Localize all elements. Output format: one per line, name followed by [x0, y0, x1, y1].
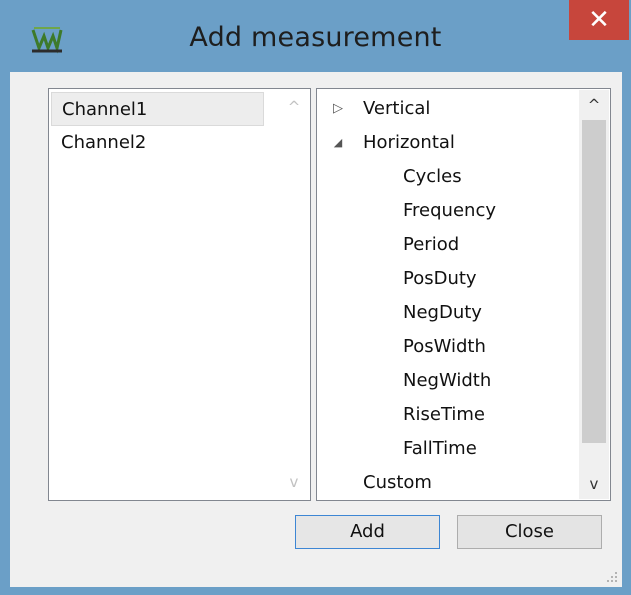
scroll-up-arrow-icon[interactable]: ^	[579, 90, 609, 120]
measurement-tree[interactable]: ▷ Vertical ◢ Horizontal Cycles Frequency…	[316, 88, 611, 501]
tree-node-label: Vertical	[363, 98, 431, 119]
resize-grip-icon[interactable]	[606, 571, 618, 583]
tree-node-falltime[interactable]: FallTime	[403, 432, 477, 466]
tree-scrollbar[interactable]: ^ v	[579, 90, 609, 499]
scroll-down-arrow-icon[interactable]: v	[279, 467, 309, 497]
add-button[interactable]: Add	[295, 515, 440, 549]
title-bar[interactable]: Add measurement ✕	[0, 0, 631, 72]
tree-node-negduty[interactable]: NegDuty	[403, 296, 482, 330]
scroll-down-arrow-icon[interactable]: v	[579, 469, 609, 499]
channel-item-1[interactable]: Channel1	[51, 92, 264, 126]
close-window-button[interactable]: ✕	[569, 0, 629, 40]
tree-node-horizontal[interactable]: ◢ Horizontal	[331, 126, 455, 160]
channel-item-label: Channel2	[61, 132, 147, 153]
channel-item-2[interactable]: Channel2	[51, 126, 264, 160]
scroll-thumb[interactable]	[582, 120, 606, 443]
channel-list[interactable]: Channel1 Channel2 ^ v	[48, 88, 311, 501]
tree-node-label: Horizontal	[363, 132, 455, 153]
scroll-up-arrow-icon[interactable]: ^	[279, 92, 309, 122]
tree-node-risetime[interactable]: RiseTime	[403, 398, 485, 432]
dialog-body: Channel1 Channel2 ^ v ▷ Vertical ◢ Horiz…	[10, 72, 622, 587]
close-button[interactable]: Close	[457, 515, 602, 549]
channel-list-scrollbar[interactable]: ^ v	[279, 90, 309, 499]
tree-node-custom[interactable]: Custom	[363, 466, 432, 500]
expand-arrow-icon[interactable]: ▷	[331, 92, 345, 126]
tree-node-negwidth[interactable]: NegWidth	[403, 364, 491, 398]
window-title: Add measurement	[189, 22, 442, 53]
close-icon: ✕	[588, 5, 610, 35]
tree-node-posduty[interactable]: PosDuty	[403, 262, 477, 296]
tree-node-vertical[interactable]: ▷ Vertical	[331, 92, 430, 126]
channel-item-label: Channel1	[62, 99, 148, 120]
tree-node-period[interactable]: Period	[403, 228, 459, 262]
tree-node-cycles[interactable]: Cycles	[403, 160, 462, 194]
dialog-window: Add measurement ✕ Channel1 Channel2 ^ v …	[0, 0, 631, 595]
tree-node-poswidth[interactable]: PosWidth	[403, 330, 486, 364]
collapse-arrow-icon[interactable]: ◢	[331, 126, 345, 160]
tree-node-frequency[interactable]: Frequency	[403, 194, 496, 228]
